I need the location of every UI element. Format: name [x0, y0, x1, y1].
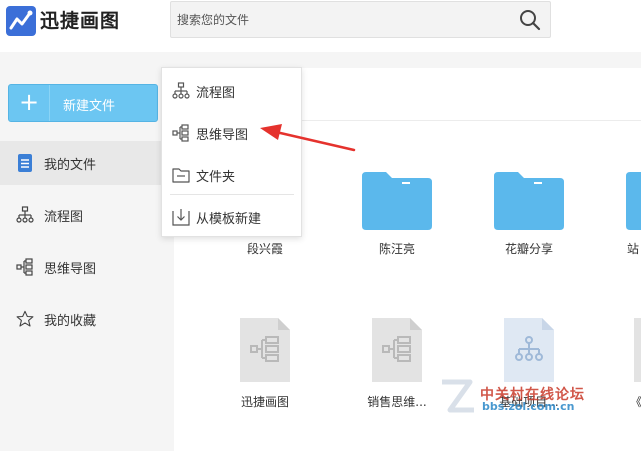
- sidebar-item-label: 流程图: [44, 210, 84, 225]
- menu-item-label: 思维导图: [196, 128, 249, 143]
- flowchart-icon: [16, 206, 34, 223]
- sidebar-item-mindmap[interactable]: 思维导图: [0, 245, 174, 289]
- new-file-button[interactable]: + 新建文件: [8, 84, 158, 122]
- watermark-url: bbs.zol.com.cn: [482, 400, 575, 413]
- mindmap-file-icon[interactable]: [372, 318, 422, 382]
- sidebar-item-label: 思维导图: [44, 262, 97, 277]
- file-name[interactable]: 迅捷画图: [215, 393, 315, 410]
- menu-item-flowchart[interactable]: 流程图: [162, 70, 301, 110]
- mindmap-icon: [16, 258, 33, 276]
- annotation-arrow-icon: [260, 124, 356, 152]
- plus-icon: +: [9, 85, 50, 121]
- search-box[interactable]: [170, 1, 551, 38]
- folder-name[interactable]: 段兴霞: [215, 240, 315, 257]
- menu-item-label: 文件夹: [196, 170, 236, 185]
- menu-item-label: 流程图: [196, 86, 236, 101]
- search-input[interactable]: [177, 10, 497, 30]
- folder-name[interactable]: 花瓣分享: [479, 240, 579, 257]
- flowchart-file-icon[interactable]: [504, 318, 554, 382]
- folder-icon[interactable]: [494, 172, 564, 230]
- mindmap-icon: [172, 124, 189, 142]
- app-title: 迅捷画图: [40, 10, 121, 32]
- sidebar-item-label: 我的文件: [44, 158, 97, 173]
- top-bar: 迅捷画图: [0, 0, 641, 52]
- app-logo-icon: [6, 6, 36, 36]
- mindmap-file-icon[interactable]: [240, 318, 290, 382]
- menu-item-label: 从模板新建: [196, 212, 262, 227]
- new-file-label: 新建文件: [63, 99, 116, 114]
- search-icon[interactable]: [518, 8, 542, 32]
- menu-divider: [170, 194, 294, 195]
- menu-item-folder[interactable]: 文件夹: [162, 154, 301, 194]
- document-icon: [18, 154, 32, 172]
- template-import-icon: [172, 209, 190, 226]
- folder-icon: [172, 168, 190, 183]
- folder-icon[interactable]: [362, 172, 432, 230]
- file-icon[interactable]: [634, 318, 641, 382]
- folder-icon[interactable]: [626, 172, 641, 230]
- folder-name[interactable]: 站: [627, 240, 641, 257]
- star-icon: [16, 310, 34, 327]
- sidebar-item-label: 我的收藏: [44, 314, 97, 329]
- flowchart-icon: [172, 82, 190, 99]
- folder-name[interactable]: 陈汪亮: [347, 240, 447, 257]
- menu-item-from-template[interactable]: 从模板新建: [162, 196, 301, 236]
- sidebar-item-flowchart[interactable]: 流程图: [0, 193, 174, 237]
- sidebar-item-favorites[interactable]: 我的收藏: [0, 297, 174, 341]
- sidebar-item-my-files[interactable]: 我的文件: [0, 141, 174, 185]
